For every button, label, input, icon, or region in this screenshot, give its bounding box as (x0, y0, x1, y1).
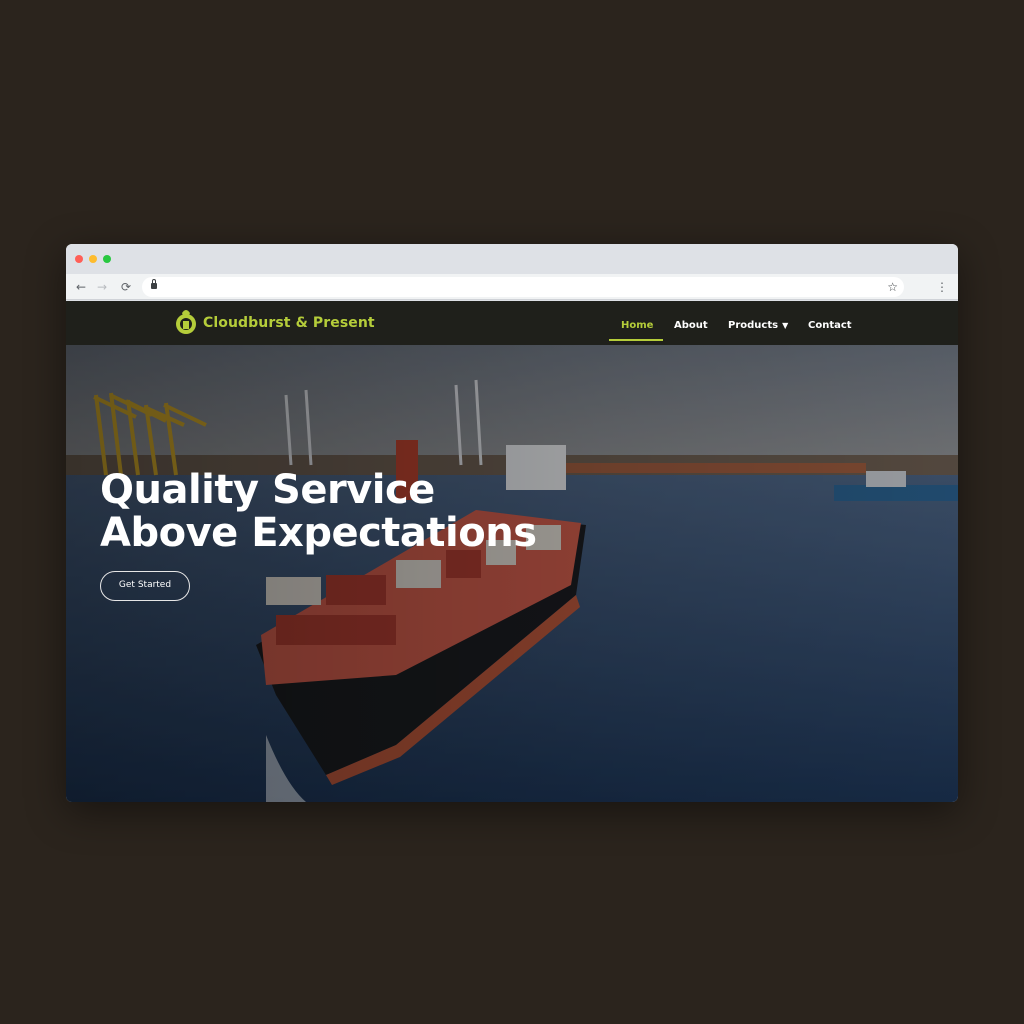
maximize-window-button[interactable] (103, 255, 111, 263)
website-viewport: Cloudburst & Present Home About Products… (66, 301, 958, 802)
nav-contact[interactable]: Contact (808, 320, 852, 331)
address-bar[interactable]: ☆ (142, 277, 904, 297)
more-vert-icon[interactable]: ⋮ (936, 278, 948, 296)
minimize-window-button[interactable] (89, 255, 97, 263)
browser-window: ← → ⟳ ☆ ⋮ Cloudburst & Present Home Abou… (66, 244, 958, 802)
chevron-down-icon: ▼ (782, 321, 789, 330)
title-bar (66, 244, 958, 274)
hero-headline-line-2: Above Expectations (100, 510, 537, 556)
reload-icon[interactable]: ⟳ (117, 278, 135, 296)
hero-background-image (66, 345, 958, 802)
back-arrow-icon[interactable]: ← (72, 278, 90, 296)
rooster-logo-icon[interactable] (174, 307, 198, 337)
hero-section: Quality Service Above Expectations Get S… (66, 345, 958, 802)
brand-name[interactable]: Cloudburst & Present (203, 315, 375, 331)
nav-about[interactable]: About (674, 320, 708, 331)
bookmark-star-icon[interactable]: ☆ (887, 278, 898, 296)
nav-products-label: Products (728, 320, 779, 331)
hero-headline: Quality Service Above Expectations (100, 469, 537, 555)
site-header: Cloudburst & Present Home About Products… (66, 301, 958, 345)
forward-arrow-icon[interactable]: → (93, 278, 111, 296)
browser-toolbar: ← → ⟳ ☆ ⋮ (66, 274, 958, 300)
lock-icon (151, 279, 157, 289)
get-started-button[interactable]: Get Started (100, 571, 190, 601)
active-nav-indicator (609, 339, 663, 341)
nav-home[interactable]: Home (621, 320, 653, 331)
hero-headline-line-1: Quality Service (100, 467, 435, 513)
nav-products[interactable]: Products ▼ (728, 320, 788, 331)
close-window-button[interactable] (75, 255, 83, 263)
